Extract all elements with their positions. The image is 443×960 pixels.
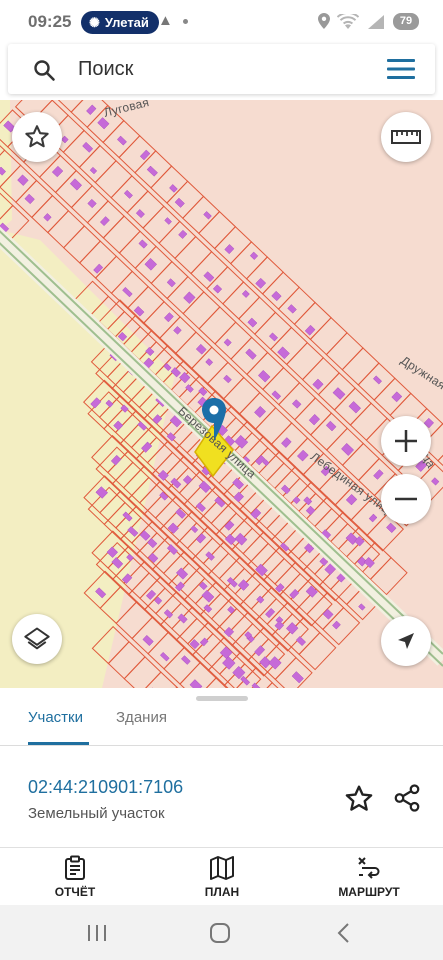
warning-icon: ▲ xyxy=(158,12,173,29)
favorite-button[interactable] xyxy=(12,112,62,162)
ruler-button[interactable] xyxy=(381,112,431,162)
battery-indicator: 79 xyxy=(393,13,419,30)
notification-dot-icon xyxy=(183,19,188,24)
ruler-icon xyxy=(391,130,421,144)
tab-buildings[interactable]: Здания xyxy=(116,709,167,726)
signal-icon xyxy=(368,15,384,29)
zoom-out-icon xyxy=(395,497,417,501)
favorite-star-icon xyxy=(25,125,49,148)
system-navigation-bar xyxy=(0,905,443,960)
recent-apps-icon[interactable] xyxy=(82,920,112,946)
sheet-divider xyxy=(0,847,443,848)
navigation-arrow-icon xyxy=(398,633,414,649)
home-icon[interactable] xyxy=(205,920,235,946)
location-icon xyxy=(318,13,330,29)
my-location-button[interactable] xyxy=(381,616,431,666)
zoom-in-button[interactable] xyxy=(381,416,431,466)
wifi-icon xyxy=(337,14,359,29)
tab-parcels[interactable]: Участки xyxy=(28,709,83,726)
sheet-drag-handle[interactable] xyxy=(196,696,248,701)
zoom-in-icon xyxy=(395,430,417,452)
parcel-type: Земельный участок xyxy=(28,805,165,822)
search-bar xyxy=(8,44,435,94)
report-button-label: ОТЧЁТ xyxy=(54,885,96,899)
cadastral-map[interactable]: Луговая Березовая улица Лебединая улица … xyxy=(0,100,443,688)
search-input[interactable] xyxy=(78,52,368,86)
parcel-info-sheet: Участки Здания 02:44:210901:7106 Земельн… xyxy=(0,688,443,905)
route-button[interactable]: МАРШРУТ xyxy=(324,855,414,899)
route-icon xyxy=(358,857,380,879)
status-time: 09:25 xyxy=(28,12,72,31)
layers-button[interactable] xyxy=(12,614,62,664)
notification-pill-label: Улетай xyxy=(104,15,149,30)
tab-divider xyxy=(0,745,443,746)
plan-button-label: ПЛАН xyxy=(204,885,240,899)
report-clipboard-icon xyxy=(65,855,85,880)
parcel-cadastral-number[interactable]: 02:44:210901:7106 xyxy=(28,777,183,798)
sun-icon: ✺ xyxy=(89,14,100,30)
report-button[interactable]: ОТЧЁТ xyxy=(30,855,120,899)
add-favorite-star-icon[interactable] xyxy=(343,783,375,815)
back-icon[interactable] xyxy=(330,920,360,946)
layers-icon xyxy=(24,627,50,650)
search-icon[interactable] xyxy=(32,58,56,82)
screen: 09:25 ✺ Улетай ▲ 79 Луговая Березовая ул… xyxy=(0,0,443,960)
share-icon[interactable] xyxy=(392,783,422,813)
map-plan-icon xyxy=(210,856,234,880)
zoom-out-button[interactable] xyxy=(381,474,431,524)
hamburger-menu-icon[interactable] xyxy=(386,57,416,81)
plan-button[interactable]: ПЛАН xyxy=(177,855,267,899)
map-canvas[interactable] xyxy=(0,100,443,688)
status-bar: 09:25 ✺ Улетай ▲ 79 xyxy=(0,0,443,44)
notification-pill[interactable]: ✺ Улетай xyxy=(81,11,159,34)
route-button-label: МАРШРУТ xyxy=(338,885,400,899)
